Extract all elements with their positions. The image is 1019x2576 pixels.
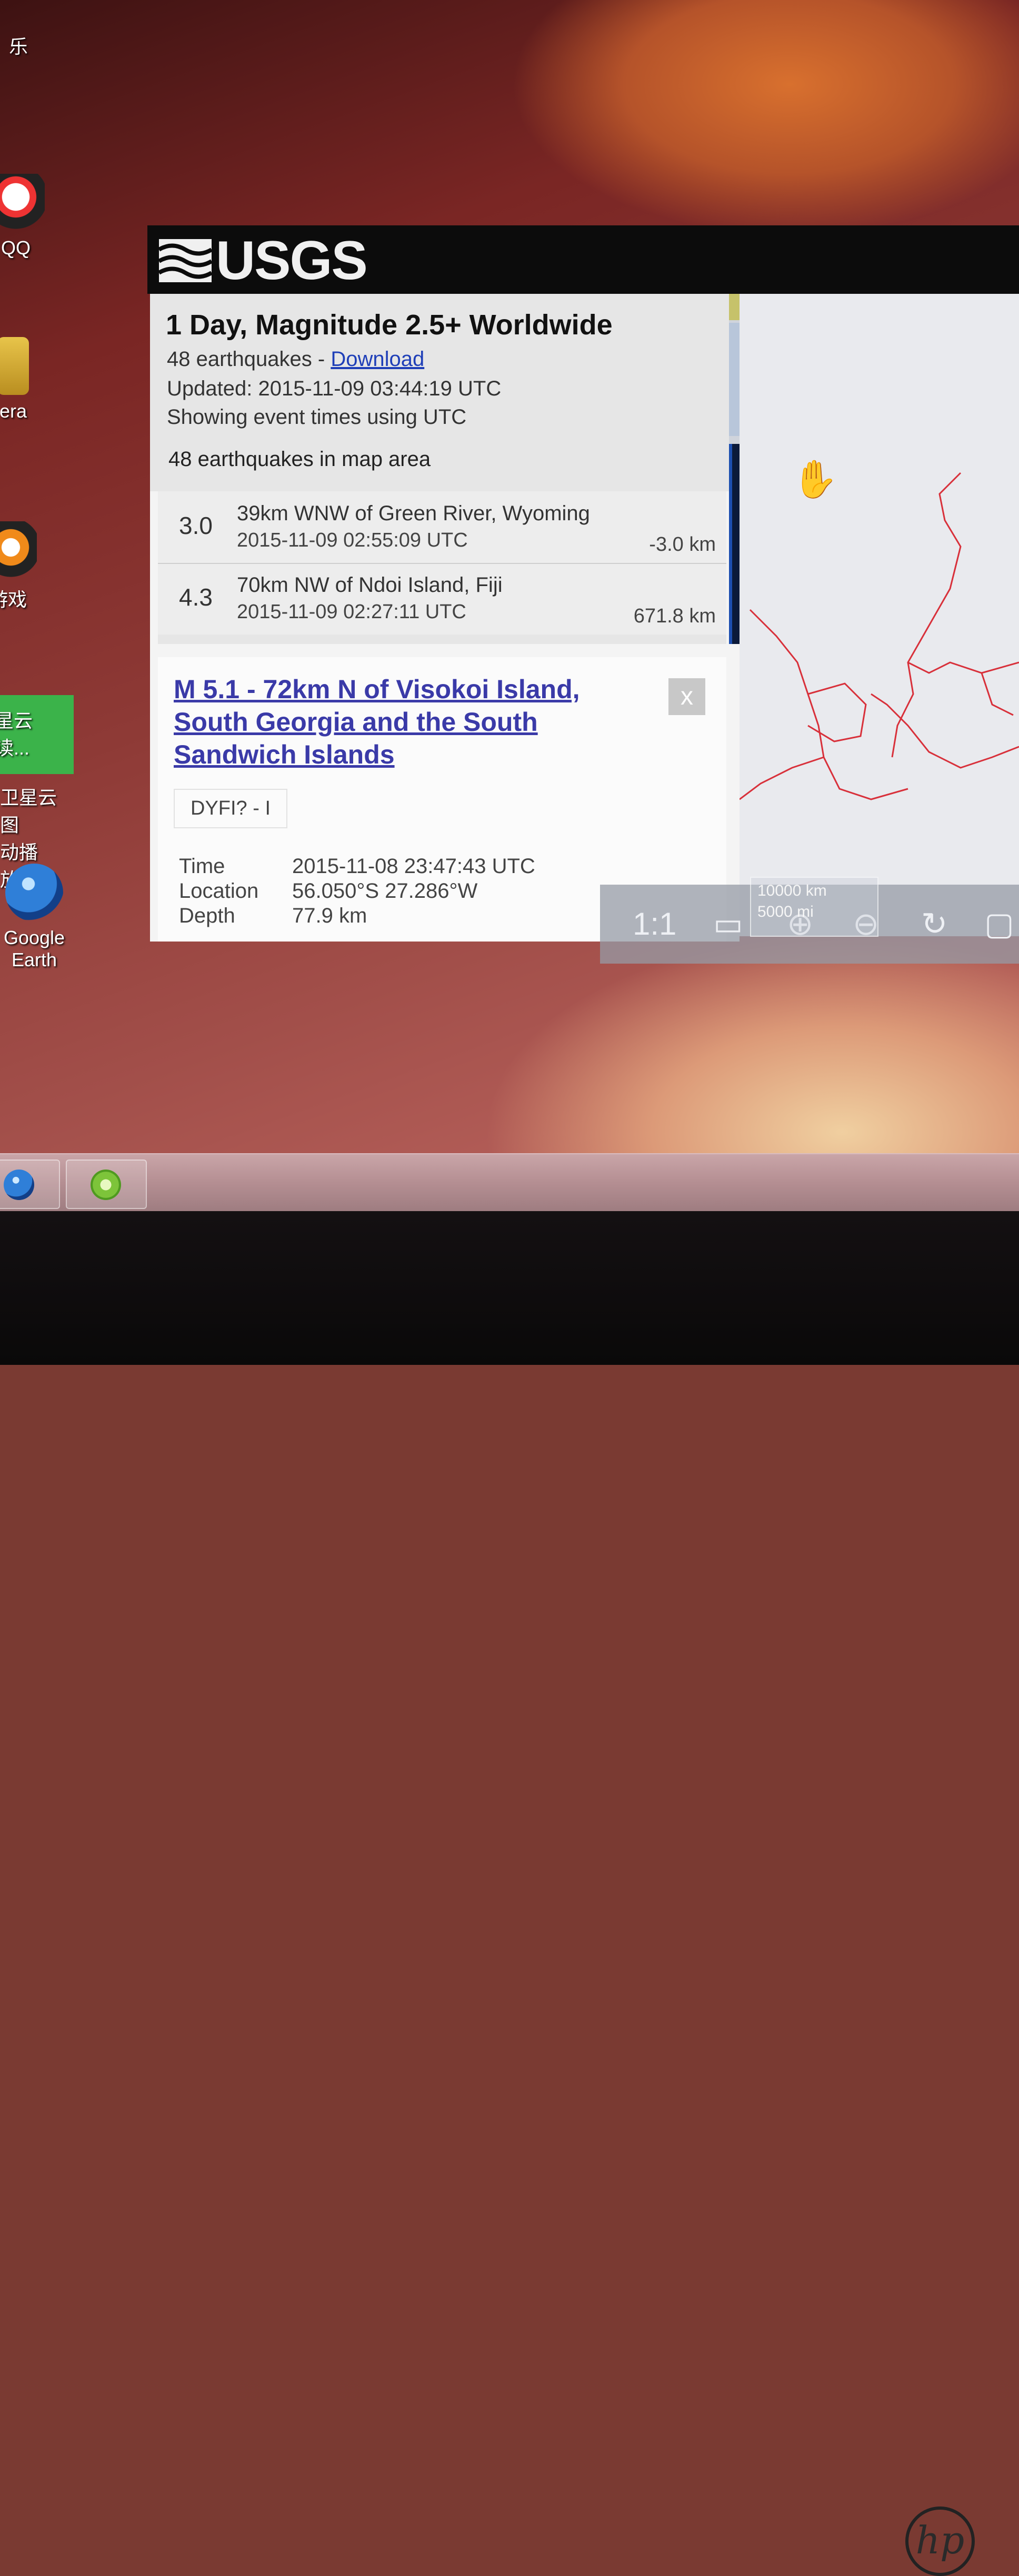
desktop-icon-games-label: 游戏 xyxy=(0,589,27,610)
event-title-link[interactable]: M 5.1 - 72km N of Visokoi Island, South … xyxy=(174,673,626,771)
monitor-bezel: hp xyxy=(0,1211,1019,2576)
usgs-logo-text: USGS xyxy=(216,230,368,291)
desktop-icon-1[interactable]: 乐 xyxy=(0,32,58,59)
layers-icon[interactable]: ▢ xyxy=(984,906,1014,943)
scroll-thumb[interactable] xyxy=(729,323,740,436)
time-value: 2015-11-08 23:47:43 UTC xyxy=(292,855,535,878)
event-magnitude: 4.3 xyxy=(179,583,213,611)
desktop-icon-reader-label-1: 星云 xyxy=(0,710,33,731)
taskbar xyxy=(0,1153,1019,1212)
download-link[interactable]: Download xyxy=(331,348,424,371)
desktop-icon-reader-label-2: 读... xyxy=(0,737,30,759)
desktop-icon-qq[interactable]: QQ xyxy=(0,174,55,259)
desktop-icon-reader[interactable]: 星云 读... 卫星云图 动播放' xyxy=(0,695,74,892)
feed-title: 1 Day, Magnitude 2.5+ Worldwide xyxy=(166,309,613,341)
desktop-icon-qq-label: QQ xyxy=(1,237,31,259)
event-depth: 671.8 km xyxy=(633,605,716,627)
list-item[interactable]: 3.0 39km WNW of Green River, Wyoming 201… xyxy=(158,491,726,564)
desktop-icon-camera-label: era xyxy=(0,400,27,422)
depth-label: Depth xyxy=(179,904,235,927)
event-depth: -3.0 km xyxy=(649,533,716,556)
reader-icon: 星云 读... xyxy=(0,695,74,774)
event-time: 2015-11-09 02:55:09 UTC xyxy=(237,529,468,551)
desktop-icon-google-earth[interactable]: Google Earth xyxy=(0,864,74,971)
event-place: 39km WNW of Green River, Wyoming xyxy=(237,502,590,525)
event-magnitude: 3.0 xyxy=(179,512,213,539)
popup-location-row: Location 56.050°S 27.286°W xyxy=(179,879,477,903)
qq-icon xyxy=(0,174,45,232)
popup-close-button[interactable]: x xyxy=(668,678,705,715)
taskbar-google-earth[interactable] xyxy=(0,1160,60,1209)
time-label: Time xyxy=(179,855,225,878)
location-value: 56.050°S 27.286°W xyxy=(292,879,478,903)
desktop-icon-google-earth-label-2: Earth xyxy=(11,949,57,970)
list-item-partial[interactable] xyxy=(158,635,726,644)
desktop-icon-1-label: 乐 xyxy=(8,36,28,57)
rotate-icon[interactable]: ↻ xyxy=(921,906,947,943)
hp-logo-icon: hp xyxy=(905,2506,975,2576)
earthquake-list[interactable]: 3.0 39km WNW of Green River, Wyoming 201… xyxy=(158,491,726,644)
penguin-icon xyxy=(0,521,37,579)
list-item[interactable]: 4.3 70km NW of Ndoi Island, Fiji 2015-11… xyxy=(158,563,726,636)
usgs-header: USGS xyxy=(147,225,1019,294)
timezone-note: Showing event times using UTC xyxy=(167,405,467,429)
summary-section: 1 Day, Magnitude 2.5+ Worldwide 48 earth… xyxy=(150,294,729,491)
scale-mi: 5000 mi xyxy=(757,903,814,920)
map-area-count: 48 earthquakes in map area xyxy=(168,448,431,471)
event-place: 70km NW of Ndoi Island, Fiji xyxy=(237,573,503,597)
location-label: Location xyxy=(179,879,259,903)
camera-icon xyxy=(0,337,29,395)
earthquake-panel: 1 Day, Magnitude 2.5+ Worldwide 48 earth… xyxy=(150,294,740,942)
scroll-track[interactable] xyxy=(729,444,740,644)
google-earth-taskbar-icon xyxy=(4,1170,34,1200)
event-time: 2015-11-09 02:27:11 UTC xyxy=(237,601,466,623)
taskbar-browser[interactable] xyxy=(66,1160,147,1209)
hand-cursor-icon: ✋ xyxy=(792,459,838,500)
list-scrollbar[interactable] xyxy=(729,294,740,644)
updated-time: Updated: 2015-11-09 03:44:19 UTC xyxy=(167,377,502,400)
desktop-icon-google-earth-label-1: Google xyxy=(3,927,65,948)
depth-value: 77.9 km xyxy=(292,904,367,927)
plate-boundaries xyxy=(740,472,1019,800)
earthquake-count: 48 earthquakes - xyxy=(167,348,331,371)
desktop-icon-games[interactable]: 游戏 xyxy=(0,521,47,612)
fullscreen-icon[interactable]: ▭ xyxy=(713,906,743,943)
dyfi-badge[interactable]: DYFI? - I xyxy=(174,789,288,828)
usgs-logo[interactable]: USGS xyxy=(159,230,368,291)
popup-time-row: Time 2015-11-08 23:47:43 UTC xyxy=(179,855,535,878)
map-view[interactable] xyxy=(740,294,1019,936)
desktop-icon-camera[interactable]: era xyxy=(0,337,53,422)
desktop-icon-satellite-label-1: 卫星云图 xyxy=(0,787,57,836)
map-scale: 10000 km 5000 mi xyxy=(750,877,878,937)
usgs-wave-icon xyxy=(159,239,212,282)
google-earth-icon xyxy=(5,864,63,922)
browser-taskbar-icon xyxy=(91,1170,121,1200)
popup-depth-row: Depth 77.9 km xyxy=(179,904,367,928)
one-to-one-button[interactable]: 1:1 xyxy=(633,906,676,942)
scroll-up-arrow-icon[interactable] xyxy=(729,294,740,320)
scale-km: 10000 km xyxy=(757,882,827,899)
count-line: 48 earthquakes - Download xyxy=(167,348,424,371)
